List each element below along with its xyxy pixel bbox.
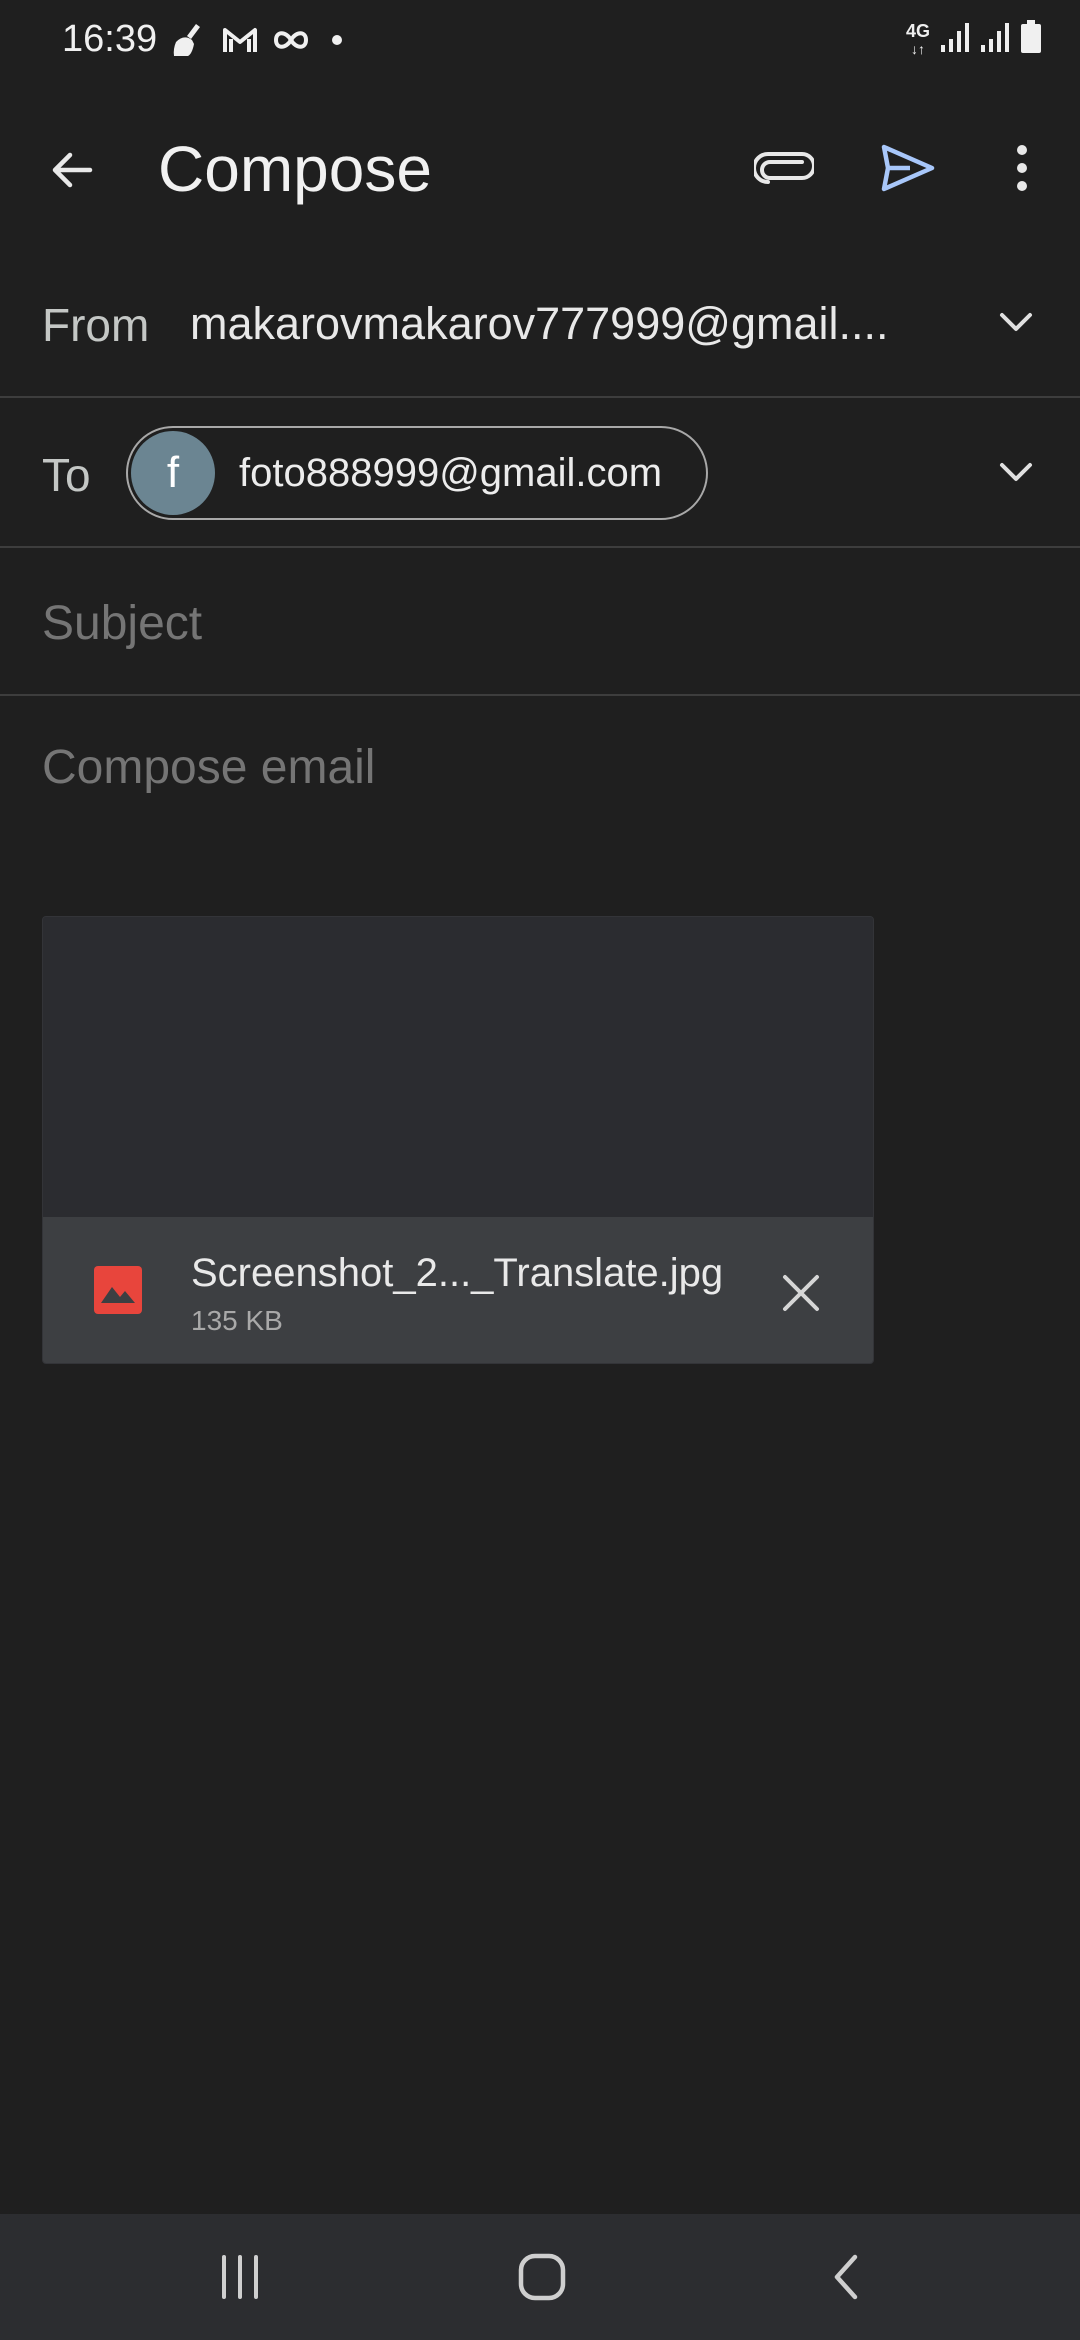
send-icon [881, 144, 935, 192]
attachment-info: Screenshot_2..._Translate.jpg 135 KB [43, 1217, 873, 1363]
image-file-icon [94, 1266, 142, 1314]
from-row[interactable]: From makarovmakarov777999@gmail.... [0, 248, 1080, 398]
subject-input[interactable] [42, 596, 942, 651]
to-label: To [42, 449, 91, 501]
attachment-file-size: 135 KB [191, 1305, 283, 1336]
page-title: Compose [158, 133, 432, 205]
home-icon [518, 2253, 566, 2301]
network-type-label: 4G [905, 20, 930, 41]
signal-icon [940, 21, 970, 58]
back-button[interactable] [36, 134, 108, 206]
network-4g-icon: 4G ↓↑ [905, 20, 930, 57]
attachment-card[interactable]: Screenshot_2..._Translate.jpg 135 KB [42, 916, 874, 1364]
gmail-icon [222, 25, 258, 55]
close-icon [783, 1275, 819, 1311]
nav-back-button[interactable] [806, 2242, 886, 2312]
chevron-down-icon [1000, 463, 1032, 481]
chevron-down-icon [1000, 313, 1032, 331]
recents-button[interactable] [200, 2242, 280, 2312]
send-button[interactable] [872, 132, 944, 204]
more-vert-icon [1017, 145, 1027, 191]
subject-row [0, 548, 1080, 696]
arrow-back-icon [52, 152, 93, 188]
more-options-button[interactable] [986, 132, 1058, 204]
compose-screen: 16:39 4G ↓↑ Compose From makarovmakarov7… [0, 0, 1080, 2340]
app-bar: Compose [0, 84, 1080, 248]
to-row[interactable]: To f foto888999@gmail.com [0, 398, 1080, 548]
from-expand-button[interactable] [988, 294, 1044, 350]
recipient-email: foto888999@gmail.com [239, 450, 663, 495]
recents-icon [222, 2255, 258, 2299]
attachment-preview[interactable] [43, 917, 873, 1217]
attachment-file-name: Screenshot_2..._Translate.jpg [191, 1251, 724, 1295]
from-account[interactable]: makarovmakarov777999@gmail.... [190, 298, 910, 350]
recipient-chip[interactable]: f foto888999@gmail.com [126, 426, 708, 520]
status-bar: 16:39 4G ↓↑ [0, 0, 1080, 84]
compose-body-input[interactable] [42, 740, 1002, 795]
chevron-left-icon [834, 2254, 858, 2300]
home-button[interactable] [502, 2242, 582, 2312]
notification-dot [332, 35, 342, 45]
avatar: f [131, 431, 215, 515]
status-time: 16:39 [62, 18, 158, 60]
attach-button[interactable] [748, 132, 820, 204]
paperclip-icon [754, 152, 814, 184]
infinity-icon [272, 29, 310, 51]
system-icons: 4G ↓↑ [906, 20, 1042, 59]
signal-icon [980, 21, 1010, 58]
to-expand-button[interactable] [988, 444, 1044, 500]
broom-icon [170, 22, 208, 58]
from-label: From [42, 299, 150, 351]
battery-icon [1020, 20, 1042, 59]
remove-attachment-button[interactable] [769, 1261, 833, 1325]
system-navigation-bar [0, 2214, 1080, 2340]
notification-icons [170, 22, 342, 58]
